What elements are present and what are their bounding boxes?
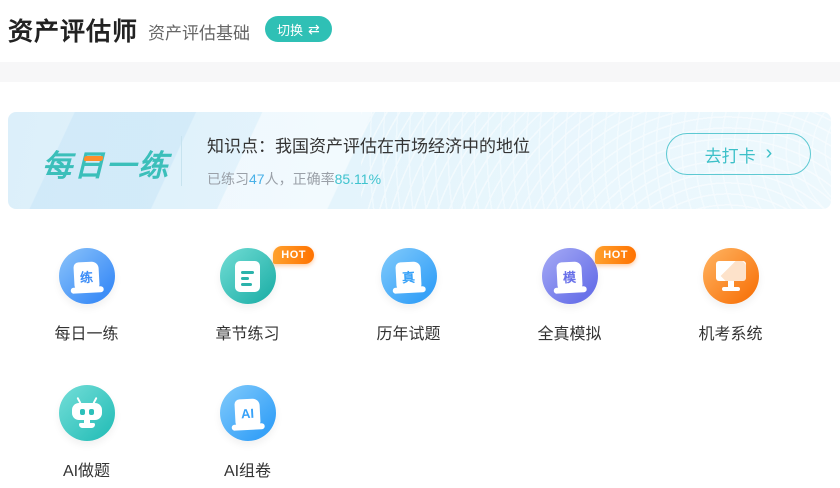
knowledge-point-text: 知识点：我国资产评估在市场经济中的地位 bbox=[207, 137, 530, 156]
menu-item-label: 章节练习 bbox=[215, 326, 280, 343]
switch-button-label: 切换 bbox=[277, 22, 304, 38]
menu-item-label: 每日一练 bbox=[54, 326, 119, 343]
menu-item-label: AI组卷 bbox=[223, 463, 272, 480]
stats-prefix: 已练习 bbox=[207, 171, 249, 187]
scroll-icon: 真 bbox=[392, 261, 426, 294]
scroll-icon: AI bbox=[231, 398, 265, 431]
menu-item-label: 全真模拟 bbox=[537, 326, 602, 343]
menu-item-chapter-practice[interactable]: HOT 章节练习 bbox=[167, 246, 328, 344]
menu-item-label: 机考系统 bbox=[698, 326, 763, 343]
menu-item-label: 历年试题 bbox=[376, 326, 441, 343]
practiced-count: 47 bbox=[249, 171, 265, 187]
section-separator bbox=[0, 62, 840, 82]
hot-badge: HOT bbox=[273, 246, 314, 264]
mock-exam-icon: 模 bbox=[541, 248, 598, 304]
ai-paper-builder-icon: AI bbox=[219, 385, 276, 441]
daily-practice-brand: 每日一练 bbox=[42, 141, 170, 183]
chapter-practice-icon bbox=[219, 248, 276, 304]
brand-orange-bar-decoration bbox=[83, 156, 104, 161]
past-papers-icon: 真 bbox=[380, 248, 437, 304]
daily-practice-brand-text: 每日一练 bbox=[42, 150, 170, 183]
stats-middle: 人，正确率 bbox=[264, 171, 335, 187]
go-check-in-button[interactable]: 去打卡 › bbox=[666, 133, 811, 175]
menu-item-mock-exam[interactable]: 模 HOT 全真模拟 bbox=[489, 246, 650, 344]
daily-practice-banner: 每日一练 知识点：我国资产评估在市场经济中的地位 已练习47人，正确率85.11… bbox=[8, 112, 831, 209]
menu-item-ai-practice[interactable]: AI做题 bbox=[6, 385, 167, 481]
practice-stats: 已练习47人，正确率85.11% bbox=[207, 169, 381, 189]
page-title: 资产评估师 bbox=[8, 18, 139, 46]
banner-vertical-divider bbox=[181, 136, 182, 186]
hot-badge: HOT bbox=[595, 246, 636, 264]
computer-exam-icon bbox=[702, 248, 759, 304]
menu-item-daily-practice[interactable]: 练 每日一练 bbox=[6, 248, 167, 344]
switch-subject-button[interactable]: 切换 ⇄ bbox=[265, 16, 332, 42]
menu-item-ai-paper-builder[interactable]: AI AI组卷 bbox=[167, 385, 328, 481]
robot-icon bbox=[71, 396, 103, 428]
daily-practice-icon: 练 bbox=[58, 248, 115, 304]
swap-icon: ⇄ bbox=[308, 21, 320, 37]
chevron-right-icon: › bbox=[765, 142, 773, 164]
current-subject-label: 资产评估基础 bbox=[148, 24, 250, 43]
go-check-in-label: 去打卡 bbox=[704, 146, 756, 166]
menu-row-2: AI做题 AI AI组卷 bbox=[6, 385, 328, 481]
header: 资产评估师 资产评估基础 切换 ⇄ bbox=[0, 0, 840, 62]
accuracy-rate: 85.11% bbox=[334, 171, 382, 187]
ai-practice-icon bbox=[58, 385, 115, 441]
monitor-icon bbox=[715, 261, 747, 291]
menu-item-past-papers[interactable]: 真 历年试题 bbox=[328, 248, 489, 344]
scroll-icon: 模 bbox=[553, 261, 587, 294]
document-icon bbox=[235, 260, 260, 292]
menu-item-computer-exam-system[interactable]: 机考系统 bbox=[650, 248, 811, 344]
scroll-icon: 练 bbox=[70, 261, 104, 294]
menu-row-1: 练 每日一练 HOT 章节练习 真 历年试题 模 HOT 全真模拟 机考系统 bbox=[6, 246, 811, 344]
menu-item-label: AI做题 bbox=[62, 463, 111, 480]
